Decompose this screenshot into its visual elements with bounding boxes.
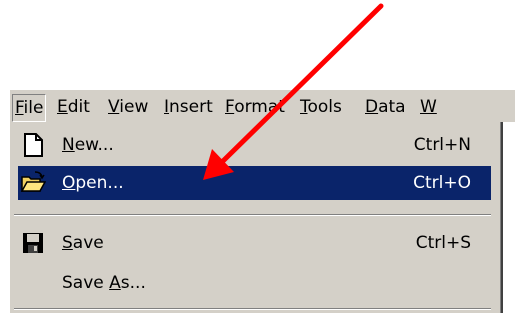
open-shortcut: Ctrl+O [413,173,471,193]
menu-edit-label: dit [67,97,90,117]
menu-insert[interactable]: Insert [161,94,216,120]
new-mnemonic: N [62,135,75,155]
menu-window[interactable]: W [417,94,440,120]
menu-separator [14,214,491,216]
new-document-icon [20,132,46,158]
menu-file-mnemonic: F [15,98,24,118]
menu-data[interactable]: Data [362,94,409,120]
save-mnemonic: S [62,233,73,253]
menu-edit[interactable]: Edit [54,94,93,120]
menu-separator-bottom [14,308,491,310]
menu-file[interactable]: File [12,94,47,122]
save-shortcut: Ctrl+S [415,233,471,253]
save-as-label-pre: Save [62,273,110,293]
open-label: pen... [75,173,124,193]
menu-item-save[interactable]: Save Ctrl+S [18,226,491,260]
menu-view-mnemonic: V [108,97,120,117]
menu-view-label: iew [119,97,149,117]
save-as-mnemonic: A [109,273,121,293]
menu-view[interactable]: View [105,94,151,120]
menu-item-open[interactable]: Open... Ctrl+O [18,166,491,200]
menu-format[interactable]: Format [222,94,288,120]
menu-bar: File Edit View Insert Format Tools Data … [8,88,515,122]
new-label: ew... [74,135,114,155]
save-as-label-post: s... [120,273,146,293]
new-shortcut: Ctrl+N [413,135,471,155]
floppy-disk-icon [20,230,46,256]
menu-file-label: ile [23,98,44,118]
menu-format-mnemonic: F [225,97,235,117]
menu-item-save-as[interactable]: Save As... [18,266,491,300]
menu-tools-mnemonic: T [300,97,308,117]
menu-edit-mnemonic: E [57,97,68,117]
menu-insert-label: nsert [169,97,213,117]
menu-window-mnemonic: W [420,97,437,117]
menu-format-label: ormat [234,97,285,117]
menu-tools[interactable]: Tools [297,94,345,120]
file-menu-dropdown: New... Ctrl+N Open... Ctrl+O Save Ctrl+S [8,122,503,313]
menu-data-label: ata [378,97,406,117]
menu-tools-label: ools [307,97,342,117]
menu-data-mnemonic: D [365,97,379,117]
open-folder-icon [20,170,47,196]
open-mnemonic: O [62,173,76,193]
save-label: ave [72,233,104,253]
menu-item-new[interactable]: New... Ctrl+N [18,128,491,162]
